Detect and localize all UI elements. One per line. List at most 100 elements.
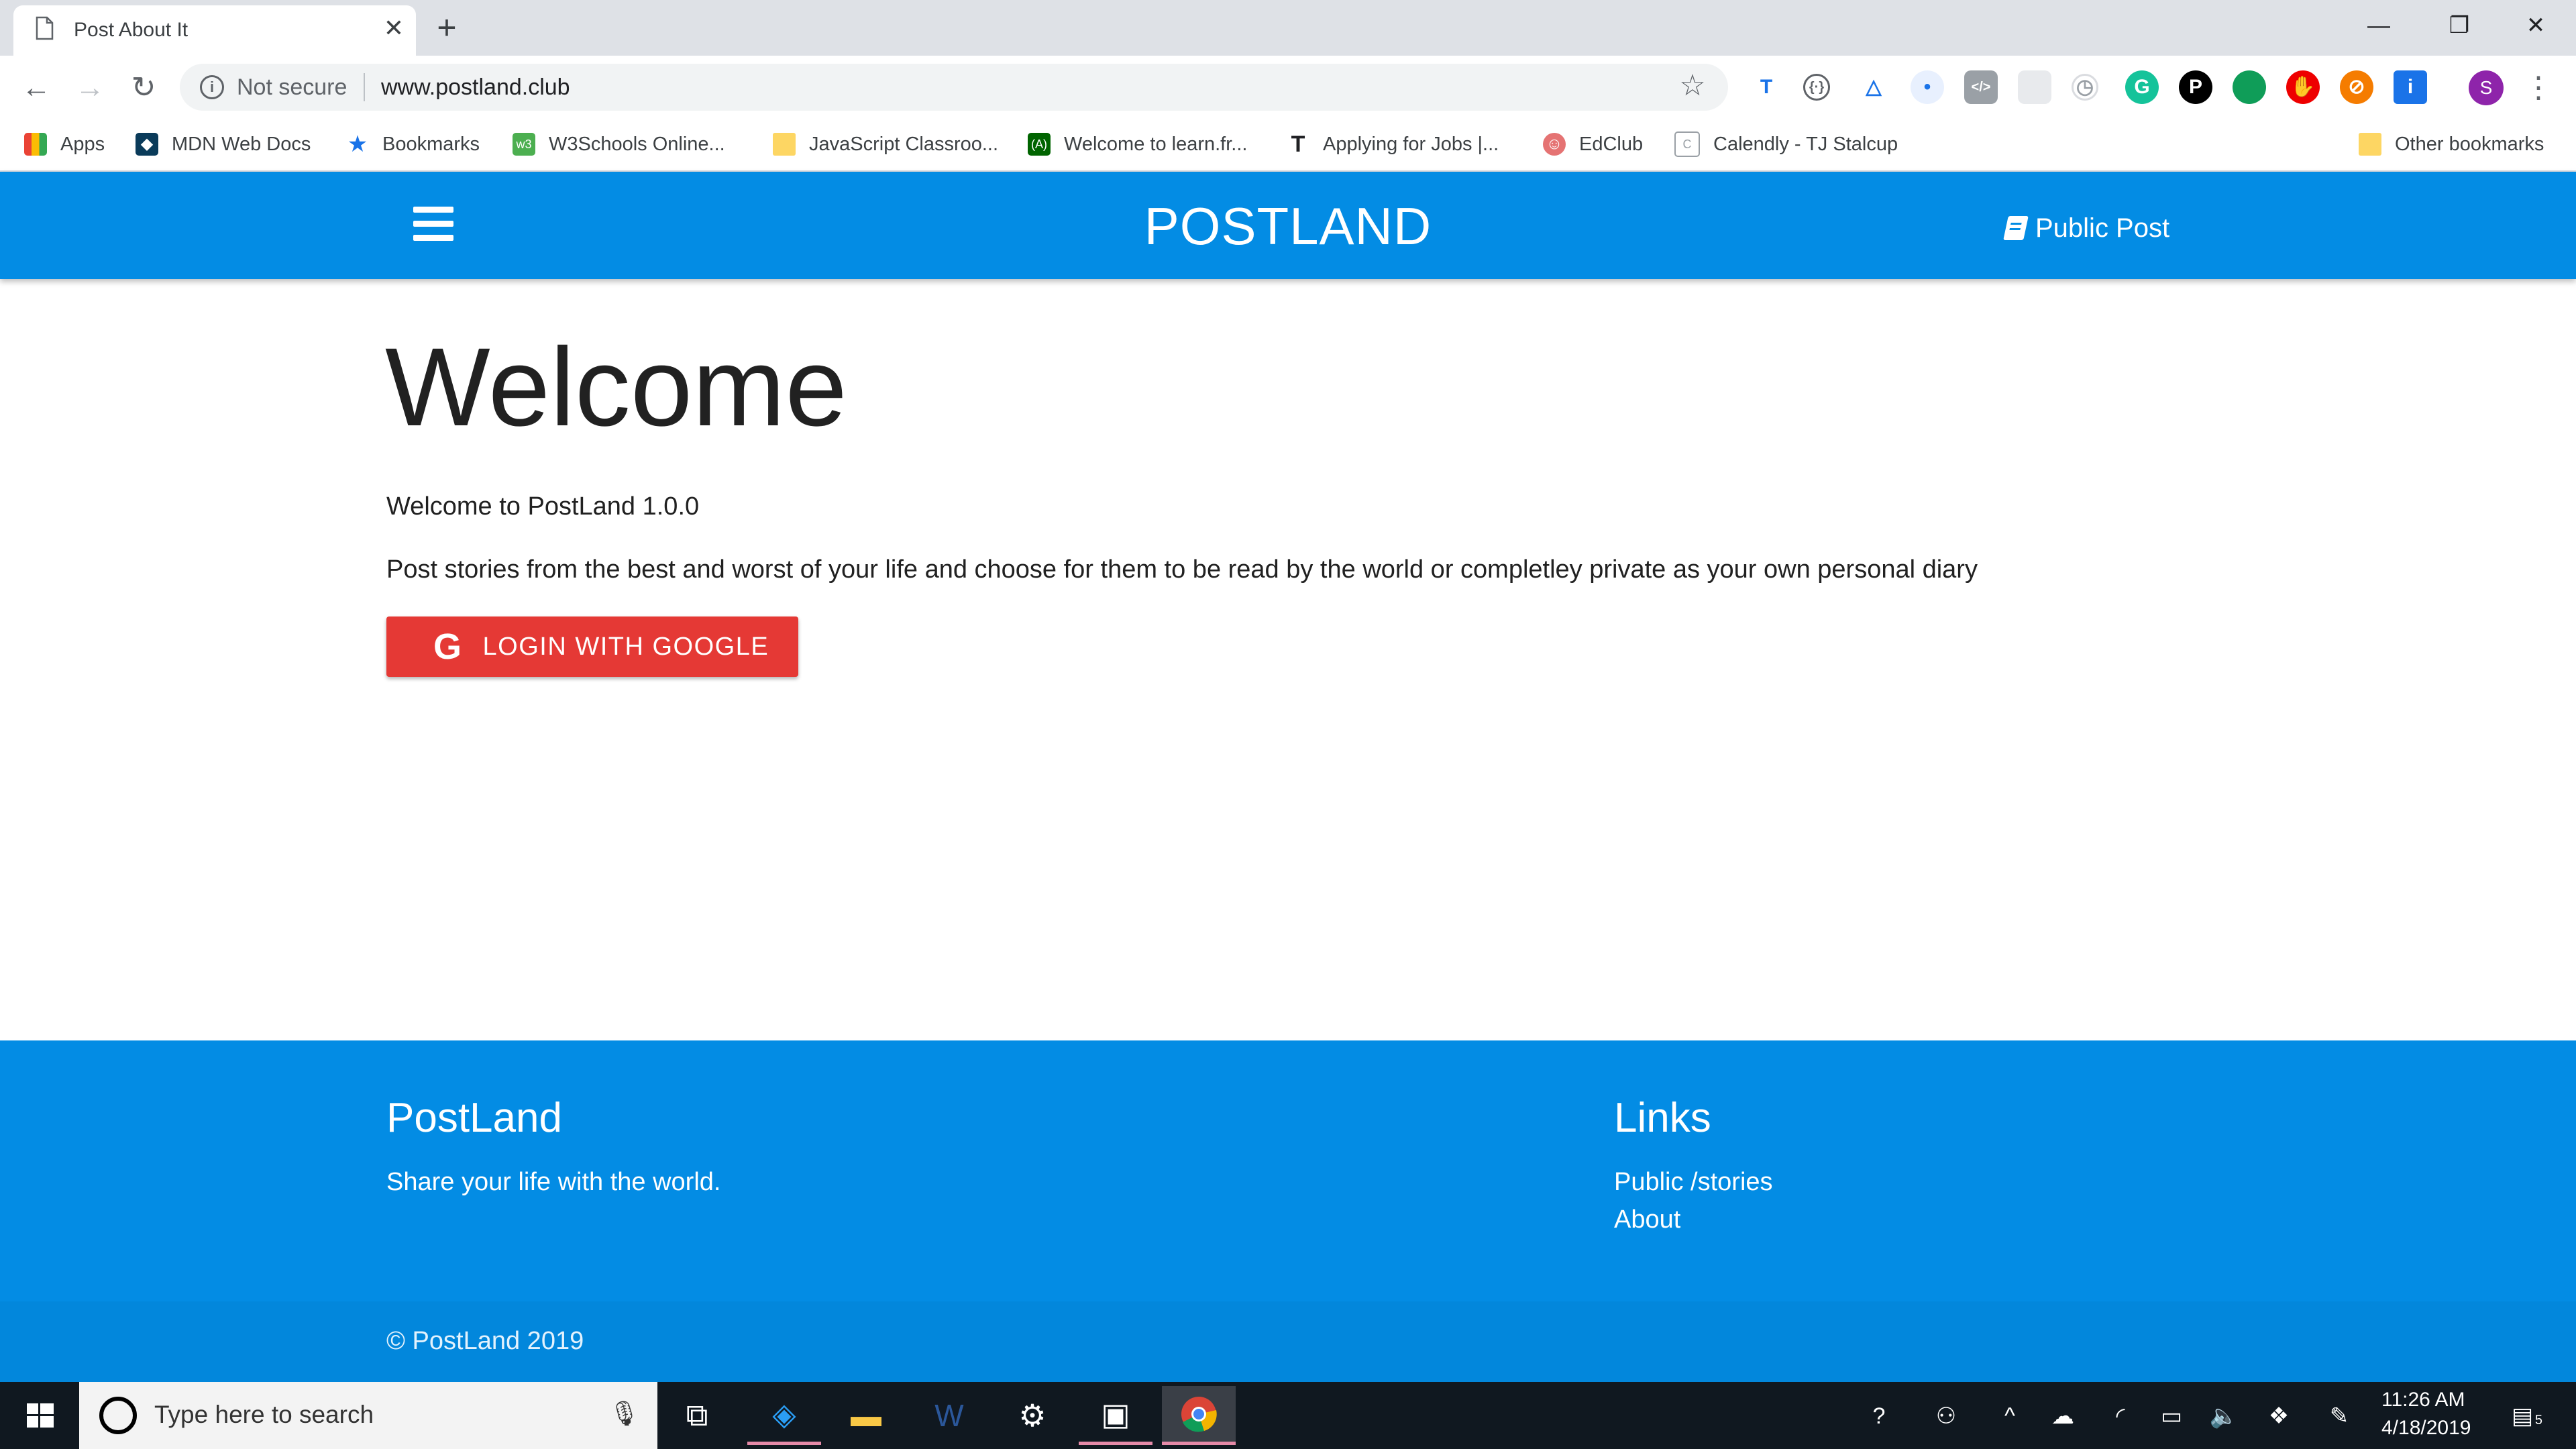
chevron-up-icon[interactable]: ^ xyxy=(1996,1399,2023,1433)
action-center-icon[interactable]: ▤ 5 xyxy=(2502,1399,2542,1433)
bookmark-mdn[interactable]: ◆ MDN Web Docs xyxy=(136,127,311,161)
bookmarks-bar: Apps ◆ MDN Web Docs ★ Bookmarks w3 W3Sch… xyxy=(0,119,2576,172)
bookmark-applying-for-jobs[interactable]: T Applying for Jobs |... xyxy=(1287,127,1499,161)
bookmark-label: JavaScript Classroo... xyxy=(809,133,999,155)
page-footer: PostLand Share your life with the world.… xyxy=(0,1040,2576,1301)
windows-taskbar: Type here to search 🎙 ⧉ ◈ ▬ W ⚙ ▣ ? ⚇ ^ … xyxy=(0,1382,2576,1449)
bookmark-edclub[interactable]: ☺ EdClub xyxy=(1543,127,1643,161)
reload-icon[interactable]: ↻ xyxy=(123,68,164,108)
bookmark-calendly[interactable]: C Calendly - TJ Stalcup xyxy=(1674,127,1898,161)
help-icon[interactable]: ? xyxy=(1862,1399,1896,1433)
bookmark-label: W3Schools Online... xyxy=(549,133,725,155)
taskbar-search-box[interactable]: Type here to search 🎙 xyxy=(79,1382,657,1449)
bookmark-other-bookmarks[interactable]: Other bookmarks xyxy=(2359,127,2544,161)
windows-start-icon[interactable] xyxy=(0,1382,79,1449)
info-icon[interactable]: i xyxy=(200,75,224,99)
hangouts-icon[interactable] xyxy=(2233,70,2266,104)
grammarly-icon[interactable]: G xyxy=(2125,70,2159,104)
adblock-icon[interactable]: ✋ xyxy=(2286,70,2320,104)
browser-tab-strip: Post About It ✕ + — ❐ ✕ xyxy=(0,0,2576,56)
back-icon[interactable]: ← xyxy=(16,68,56,108)
chat-extension-icon[interactable]: P xyxy=(2179,70,2212,104)
cortana-icon[interactable] xyxy=(99,1397,137,1434)
public-post-link[interactable]: Public Post xyxy=(2003,208,2169,248)
google-icon: G xyxy=(433,627,463,667)
file-explorer-icon[interactable]: ▬ xyxy=(829,1386,903,1445)
bookmark-label: Calendly - TJ Stalcup xyxy=(1713,133,1898,155)
minimize-button[interactable]: — xyxy=(2339,0,2419,51)
omnibox-divider xyxy=(364,73,365,101)
clock-time[interactable]: 11:26 AM xyxy=(2381,1389,2465,1411)
people-icon[interactable]: ⚇ xyxy=(1929,1399,1963,1433)
dropbox-icon[interactable]: ❖ xyxy=(2262,1399,2296,1433)
triangle-extension-icon[interactable]: △ xyxy=(1857,70,1890,104)
orange-extension-icon[interactable]: ⊘ xyxy=(2340,70,2373,104)
security-label: Not secure xyxy=(237,74,347,100)
bookmark-label: Other bookmarks xyxy=(2395,133,2544,155)
login-button-label: LOGIN WITH GOOGLE xyxy=(482,632,769,661)
bookmark-star-icon[interactable]: ☆ xyxy=(1676,69,1709,103)
apps-grid-icon xyxy=(24,133,47,156)
profile-avatar[interactable]: S xyxy=(2469,70,2504,105)
folder-icon xyxy=(773,133,796,156)
word-icon[interactable]: W xyxy=(912,1386,986,1445)
notification-icon: ▤ xyxy=(2511,1403,2534,1429)
microphone-icon[interactable]: 🎙 xyxy=(609,1399,640,1433)
footer-brand: PostLand xyxy=(386,1095,562,1141)
info-extension-icon[interactable]: i xyxy=(2394,70,2427,104)
bookmark-apps[interactable]: Apps xyxy=(24,127,105,161)
clock-date[interactable]: 4/18/2019 xyxy=(2381,1417,2471,1440)
bookmark-freecodecamp[interactable]: (A) Welcome to learn.fr... xyxy=(1028,127,1247,161)
bookmark-javascript-classroom[interactable]: JavaScript Classroo... xyxy=(773,127,998,161)
timer-extension-icon[interactable]: ◷ xyxy=(2072,74,2098,101)
t-extension-icon[interactable]: T xyxy=(1750,70,1783,104)
hamburger-menu-icon[interactable] xyxy=(413,207,453,241)
settings-icon[interactable]: ⚙ xyxy=(996,1386,1069,1445)
mdn-icon: ◆ xyxy=(136,133,158,156)
chrome-icon[interactable] xyxy=(1162,1386,1236,1445)
bookmark-w3schools[interactable]: w3 W3Schools Online... xyxy=(513,127,725,161)
onedrive-icon[interactable]: ☁ xyxy=(2046,1399,2080,1433)
url-text[interactable]: www.postland.club xyxy=(381,74,570,101)
code-extension-icon[interactable]: {·} xyxy=(1803,74,1830,101)
vscode-icon[interactable]: ◈ xyxy=(747,1386,821,1445)
calendly-icon: C xyxy=(1674,131,1700,157)
star-icon: ★ xyxy=(347,131,368,157)
tab-close-icon[interactable]: ✕ xyxy=(379,13,409,43)
wifi-icon[interactable]: ◜ xyxy=(2104,1399,2137,1433)
notification-count: 5 xyxy=(2534,1413,2542,1428)
footer-links-heading: Links xyxy=(1614,1095,1711,1141)
battery-icon[interactable]: ▭ xyxy=(2155,1399,2188,1433)
footer-link-about[interactable]: About xyxy=(1614,1205,1680,1234)
close-window-button[interactable]: ✕ xyxy=(2496,0,2576,51)
grid-extension-icon[interactable] xyxy=(2018,70,2051,104)
footer-copyright-bar: © PostLand 2019 xyxy=(0,1301,2576,1382)
copyright-text: © PostLand 2019 xyxy=(386,1327,584,1355)
forward-icon[interactable]: → xyxy=(70,68,110,108)
freecodecamp-icon: (A) xyxy=(1028,133,1051,156)
browser-tab[interactable]: Post About It ✕ xyxy=(13,5,416,56)
search-placeholder: Type here to search xyxy=(154,1401,374,1428)
bookmark-label: Apps xyxy=(60,133,105,155)
bookmark-bookmarks[interactable]: ★ Bookmarks xyxy=(346,127,480,161)
bookmark-label: Welcome to learn.fr... xyxy=(1064,133,1248,155)
footer-tagline: Share your life with the world. xyxy=(386,1168,721,1196)
login-with-google-button[interactable]: G LOGIN WITH GOOGLE xyxy=(386,616,798,677)
page-title: Welcome xyxy=(385,325,847,449)
address-bar[interactable]: i Not secure www.postland.club ☆ xyxy=(180,64,1728,111)
book-icon xyxy=(2003,216,2029,240)
footer-link-public-stories[interactable]: Public /stories xyxy=(1614,1168,1773,1197)
circle-extension-icon[interactable]: • xyxy=(1911,70,1944,104)
page-icon xyxy=(36,16,54,40)
restore-button[interactable]: ❐ xyxy=(2419,0,2500,51)
brand-logo[interactable]: POSTLAND xyxy=(1087,196,1489,257)
task-view-icon[interactable]: ⧉ xyxy=(660,1386,734,1445)
volume-icon[interactable]: 🔈 xyxy=(2207,1399,2241,1433)
new-tab-button[interactable]: + xyxy=(429,11,464,46)
browser-menu-icon[interactable]: ⋮ xyxy=(2522,68,2555,108)
terminal-app-icon[interactable]: ▣ xyxy=(1079,1386,1152,1445)
app-navbar: POSTLAND Public Post xyxy=(0,172,2576,279)
devtools-extension-icon[interactable]: </> xyxy=(1964,70,1998,104)
bookmark-label: MDN Web Docs xyxy=(172,133,311,155)
pen-icon[interactable]: ✎ xyxy=(2322,1399,2356,1433)
